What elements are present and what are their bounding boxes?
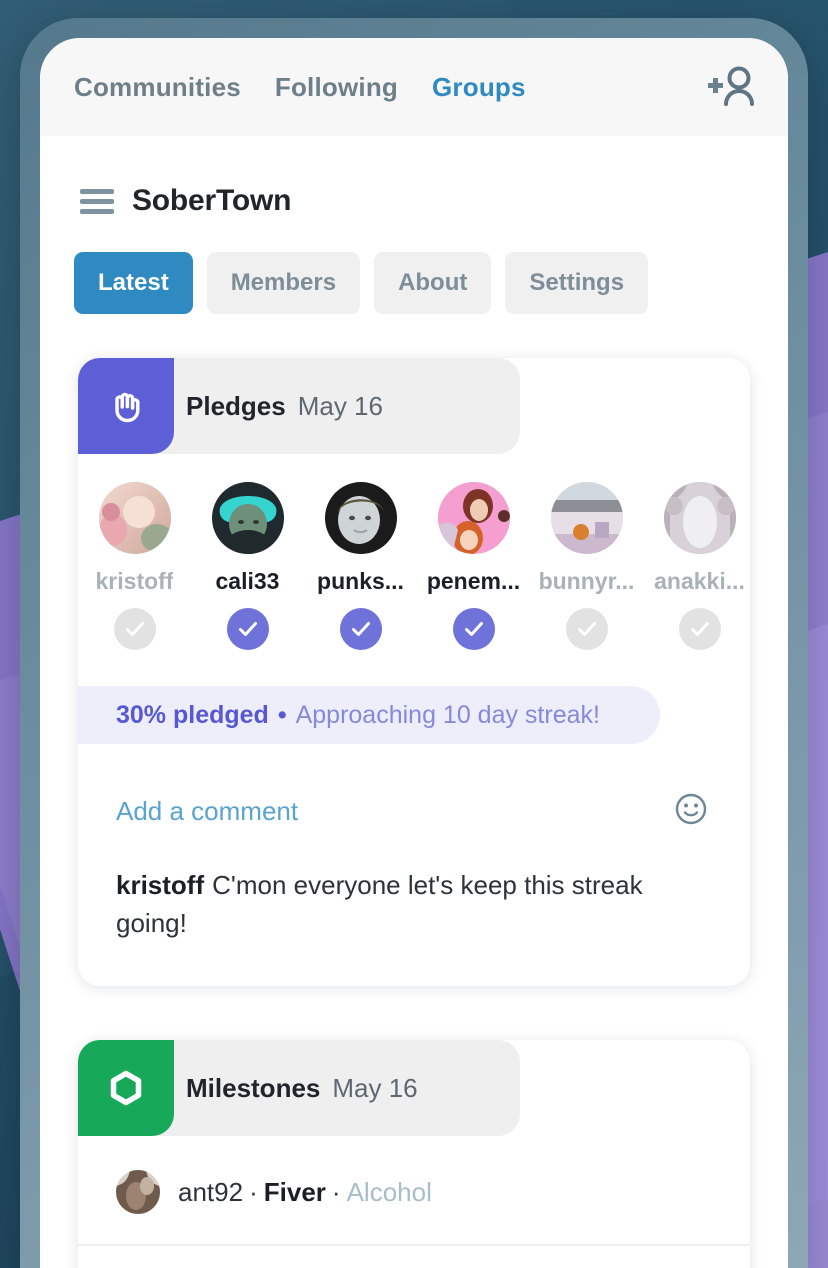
pledge-name: cali33 — [215, 568, 280, 594]
pledge-item[interactable]: cali33 — [191, 482, 304, 650]
tab-latest[interactable]: Latest — [74, 252, 193, 314]
pledge-check-badge[interactable] — [226, 608, 269, 650]
nav-link-groups[interactable]: Groups — [432, 72, 526, 103]
activity-feed: Pledges May 16 kristoff cali33 punks... … — [40, 314, 788, 1268]
pledge-check-badge[interactable] — [113, 608, 156, 650]
pledge-check-badge[interactable] — [452, 608, 495, 650]
milestone-row[interactable]: heidixx186·Fiver·Alcohol — [78, 1246, 750, 1268]
pledge-percent-label: 30% pledged — [116, 700, 269, 729]
milestones-card-title: Milestones — [186, 1072, 321, 1103]
raised-hand-icon — [78, 358, 174, 454]
add-person-icon[interactable] — [702, 65, 758, 109]
pledge-list: kristoff cali33 punks... penem... bunnyr… — [78, 454, 750, 650]
avatar — [550, 482, 623, 554]
tab-about[interactable]: About — [374, 252, 492, 314]
pledge-progress-banner: 30% pledged • Approaching 10 day streak! — [78, 686, 660, 744]
milestones-card-header: Milestones May 16 — [78, 1040, 750, 1137]
pledges-card-date: May 16 — [297, 390, 383, 421]
hexagon-ring-icon — [78, 1040, 174, 1137]
pledge-item[interactable]: penem... — [417, 482, 530, 650]
smiley-face-icon[interactable] — [674, 792, 708, 831]
pledge-name: punks... — [317, 568, 404, 594]
pledge-check-badge[interactable] — [678, 608, 721, 650]
tab-members[interactable]: Members — [206, 252, 361, 314]
milestone-user: ant92 — [178, 1176, 244, 1207]
pledges-card-header: Pledges May 16 — [78, 358, 750, 454]
comment-input-row: Add a comment — [78, 744, 750, 831]
pledge-streak-label: Approaching 10 day streak! — [295, 700, 600, 729]
tab-settings[interactable]: Settings — [505, 252, 649, 314]
milestone-separator: · — [331, 1176, 341, 1207]
pledge-check-badge[interactable] — [339, 608, 382, 650]
avatar — [116, 1170, 160, 1215]
add-comment-input[interactable]: Add a comment — [116, 796, 298, 827]
milestone-separator: · — [249, 1176, 258, 1207]
comment-author[interactable]: kristoff — [116, 870, 204, 900]
group-header: SoberTown — [40, 136, 788, 218]
pledge-name: penem... — [426, 568, 521, 594]
pledge-item[interactable]: punks... — [304, 482, 417, 650]
pledge-item[interactable]: anakki... — [643, 482, 750, 650]
pledges-card: Pledges May 16 kristoff cali33 punks... … — [78, 358, 750, 987]
pledge-item[interactable]: bunnyr... — [530, 482, 643, 650]
avatar — [211, 482, 284, 554]
avatar — [663, 482, 736, 554]
pledge-item[interactable]: kristoff — [78, 482, 191, 650]
pledge-name: anakki... — [654, 568, 745, 594]
pledge-name: bunnyr... — [538, 568, 635, 594]
milestone-badge: Fiver — [263, 1176, 326, 1207]
avatar — [437, 482, 510, 554]
avatar — [98, 482, 171, 554]
pledge-name: kristoff — [95, 568, 174, 594]
pledges-card-title: Pledges — [186, 390, 286, 421]
milestone-row[interactable]: ant92 · Fiver · Alcohol — [78, 1136, 750, 1247]
hamburger-icon[interactable] — [80, 188, 114, 214]
milestone-tag: Alcohol — [346, 1176, 432, 1207]
screenshot-root: Communities Following Groups SoberTown L… — [0, 0, 828, 1268]
phone-screen: Communities Following Groups SoberTown L… — [40, 38, 788, 1268]
comment-item: kristoff C'mon everyone let's keep this s… — [78, 831, 750, 986]
avatar — [324, 482, 397, 554]
milestones-card-date: May 16 — [332, 1072, 418, 1103]
milestones-card: Milestones May 16 ant92 · Fiver · Alcohol — [78, 1040, 750, 1268]
group-name: SoberTown — [132, 184, 292, 217]
nav-link-communities[interactable]: Communities — [74, 72, 241, 103]
top-navigation: Communities Following Groups — [40, 38, 788, 136]
pledge-separator: • — [277, 700, 287, 729]
nav-link-following[interactable]: Following — [275, 72, 398, 103]
group-tabs: Latest Members About Settings — [40, 218, 788, 314]
pledge-check-badge[interactable] — [565, 608, 608, 650]
